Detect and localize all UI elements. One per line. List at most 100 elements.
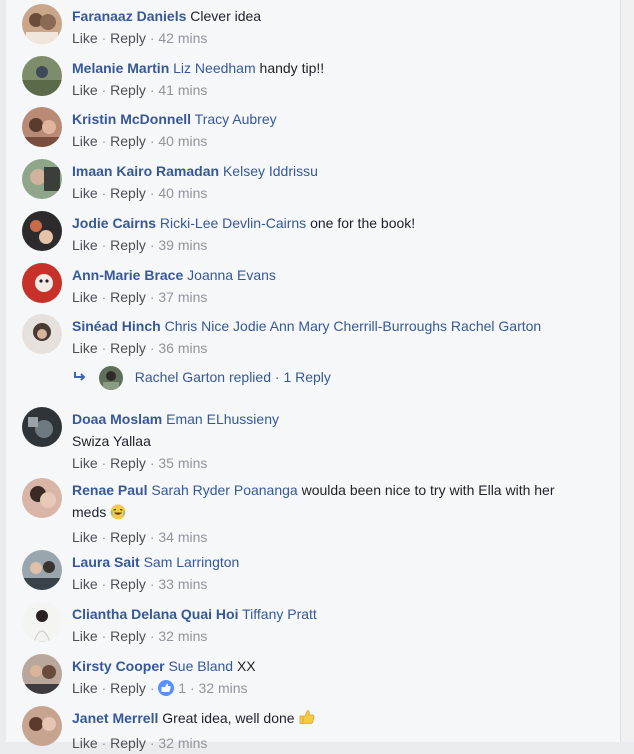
- comment-author[interactable]: Cliantha Delana Quai Hoi: [72, 606, 238, 622]
- comment-timestamp[interactable]: 42 mins: [158, 30, 207, 46]
- like-link[interactable]: Like: [72, 735, 98, 751]
- comment-timestamp[interactable]: 36 mins: [158, 340, 207, 356]
- comment-timestamp[interactable]: 32 mins: [158, 735, 207, 751]
- avatar[interactable]: [22, 107, 62, 147]
- comment-timestamp[interactable]: 34 mins: [158, 529, 207, 545]
- reply-link[interactable]: Reply: [110, 30, 146, 46]
- mention-link[interactable]: Ricki-Lee Devlin-Cairns: [160, 215, 306, 231]
- reply-link[interactable]: Reply: [110, 455, 146, 471]
- like-link[interactable]: Like: [72, 82, 98, 98]
- like-link[interactable]: Like: [72, 576, 98, 592]
- comment-timestamp[interactable]: 41 mins: [158, 82, 207, 98]
- reply-link[interactable]: Reply: [110, 133, 146, 149]
- mention-link[interactable]: Sam Larrington: [144, 554, 240, 570]
- mention-link[interactable]: Liz Needham: [173, 60, 256, 76]
- avatar[interactable]: [22, 602, 62, 642]
- like-link[interactable]: Like: [72, 680, 98, 696]
- comment-timestamp[interactable]: 39 mins: [158, 237, 207, 253]
- comment-timestamp[interactable]: 37 mins: [158, 289, 207, 305]
- like-link[interactable]: Like: [72, 30, 98, 46]
- reply-link[interactable]: Reply: [110, 735, 146, 751]
- avatar[interactable]: [22, 4, 62, 44]
- comment-author[interactable]: Sinéad Hinch: [72, 318, 161, 334]
- reply-link[interactable]: Reply: [110, 237, 146, 253]
- like-count[interactable]: 1: [178, 680, 186, 696]
- mention-link[interactable]: Chris Nice: [165, 318, 230, 334]
- mention-link[interactable]: Tracy Aubrey: [195, 111, 277, 127]
- comment-author[interactable]: Ann-Marie Brace: [72, 267, 183, 283]
- avatar[interactable]: [22, 263, 62, 303]
- mention-link[interactable]: Sarah Ryder Poananga: [151, 482, 297, 498]
- comment: Doaa Moslam Eman ELhussieny Swiza Yallaa…: [22, 407, 612, 473]
- comment-text-line: Jodie Cairns Ricki-Lee Devlin-Cairns one…: [72, 212, 612, 234]
- like-link[interactable]: Like: [72, 133, 98, 149]
- separator: ·: [101, 680, 107, 696]
- like-reaction-icon[interactable]: [158, 680, 175, 696]
- comment-author[interactable]: Kirsty Cooper: [72, 658, 165, 674]
- reply-link[interactable]: Reply: [110, 529, 146, 545]
- avatar[interactable]: [22, 478, 62, 518]
- comment-timestamp[interactable]: 32 mins: [158, 628, 207, 644]
- comment-actions: Like · Reply · 42 mins: [72, 27, 612, 49]
- avatar[interactable]: [22, 654, 62, 694]
- avatar[interactable]: [22, 159, 62, 199]
- mention-link[interactable]: Jodie Ann Mary Cherrill-Burroughs: [233, 318, 447, 334]
- reply-count[interactable]: 1 Reply: [283, 369, 330, 385]
- like-link[interactable]: Like: [72, 185, 98, 201]
- like-link[interactable]: Like: [72, 289, 98, 305]
- comment: Imaan Kairo Ramadan Kelsey Iddrissu Like…: [22, 159, 612, 203]
- mention-link[interactable]: Eman ELhussieny: [166, 411, 279, 427]
- reply-link[interactable]: Reply: [110, 340, 146, 356]
- comment-author[interactable]: Imaan Kairo Ramadan: [72, 163, 219, 179]
- replier-name[interactable]: Rachel Garton: [135, 369, 225, 385]
- avatar[interactable]: [22, 211, 62, 251]
- mention-link[interactable]: Rachel Garton: [451, 318, 541, 334]
- like-link[interactable]: Like: [72, 340, 98, 356]
- separator: ·: [149, 133, 155, 149]
- comment-author[interactable]: Jodie Cairns: [72, 215, 156, 231]
- reply-link[interactable]: Reply: [110, 680, 146, 696]
- separator: ·: [149, 340, 155, 356]
- mention-link[interactable]: Joanna Evans: [187, 267, 276, 283]
- comment-actions: Like · Reply · 1 · 32 mins: [72, 677, 612, 699]
- reply-link[interactable]: Reply: [110, 576, 146, 592]
- comment-timestamp[interactable]: 40 mins: [158, 185, 207, 201]
- comment-author[interactable]: Kristin McDonnell: [72, 111, 191, 127]
- like-link[interactable]: Like: [72, 529, 98, 545]
- mention-link[interactable]: Kelsey Iddrissu: [223, 163, 318, 179]
- comment-timestamp[interactable]: 40 mins: [158, 133, 207, 149]
- avatar[interactable]: [22, 550, 62, 590]
- comment-author[interactable]: Melanie Martin: [72, 60, 169, 76]
- like-link[interactable]: Like: [72, 237, 98, 253]
- avatar[interactable]: [98, 366, 123, 391]
- separator: ·: [101, 237, 107, 253]
- separator: ·: [149, 185, 155, 201]
- comment-timestamp[interactable]: 32 mins: [199, 680, 248, 696]
- reply-link[interactable]: Reply: [110, 82, 146, 98]
- comment-timestamp[interactable]: 33 mins: [158, 576, 207, 592]
- scrollbar[interactable]: [620, 0, 634, 742]
- comment-timestamp[interactable]: 35 mins: [158, 455, 207, 471]
- comment-author[interactable]: Laura Sait: [72, 554, 140, 570]
- separator: ·: [189, 680, 195, 696]
- avatar[interactable]: [22, 407, 62, 447]
- avatar[interactable]: [22, 706, 62, 746]
- mention-link[interactable]: Tiffany Pratt: [242, 606, 317, 622]
- comment-author[interactable]: Janet Merrell: [72, 710, 158, 726]
- reply-link[interactable]: Reply: [110, 628, 146, 644]
- comment-author[interactable]: Renae Paul: [72, 482, 147, 498]
- like-link[interactable]: Like: [72, 628, 98, 644]
- avatar[interactable]: [22, 56, 62, 96]
- reply-link[interactable]: Reply: [110, 289, 146, 305]
- reply-link[interactable]: Reply: [110, 185, 146, 201]
- comment-author[interactable]: Doaa Moslam: [72, 411, 162, 427]
- comment-author[interactable]: Faranaaz Daniels: [72, 8, 186, 24]
- mention-link[interactable]: Sue Bland: [168, 658, 233, 674]
- comment: Kirsty Cooper Sue Bland XX Like · Reply …: [22, 654, 612, 698]
- comment-text-line: Faranaaz Daniels Clever idea: [72, 5, 612, 27]
- like-link[interactable]: Like: [72, 455, 98, 471]
- comment-text: woulda been nice to try with Ella with h…: [301, 482, 555, 498]
- avatar[interactable]: [22, 314, 62, 354]
- view-replies-link[interactable]: Rachel Garton replied · 1 Reply: [73, 365, 331, 391]
- comment-actions: Like · Reply · 33 mins: [72, 573, 612, 595]
